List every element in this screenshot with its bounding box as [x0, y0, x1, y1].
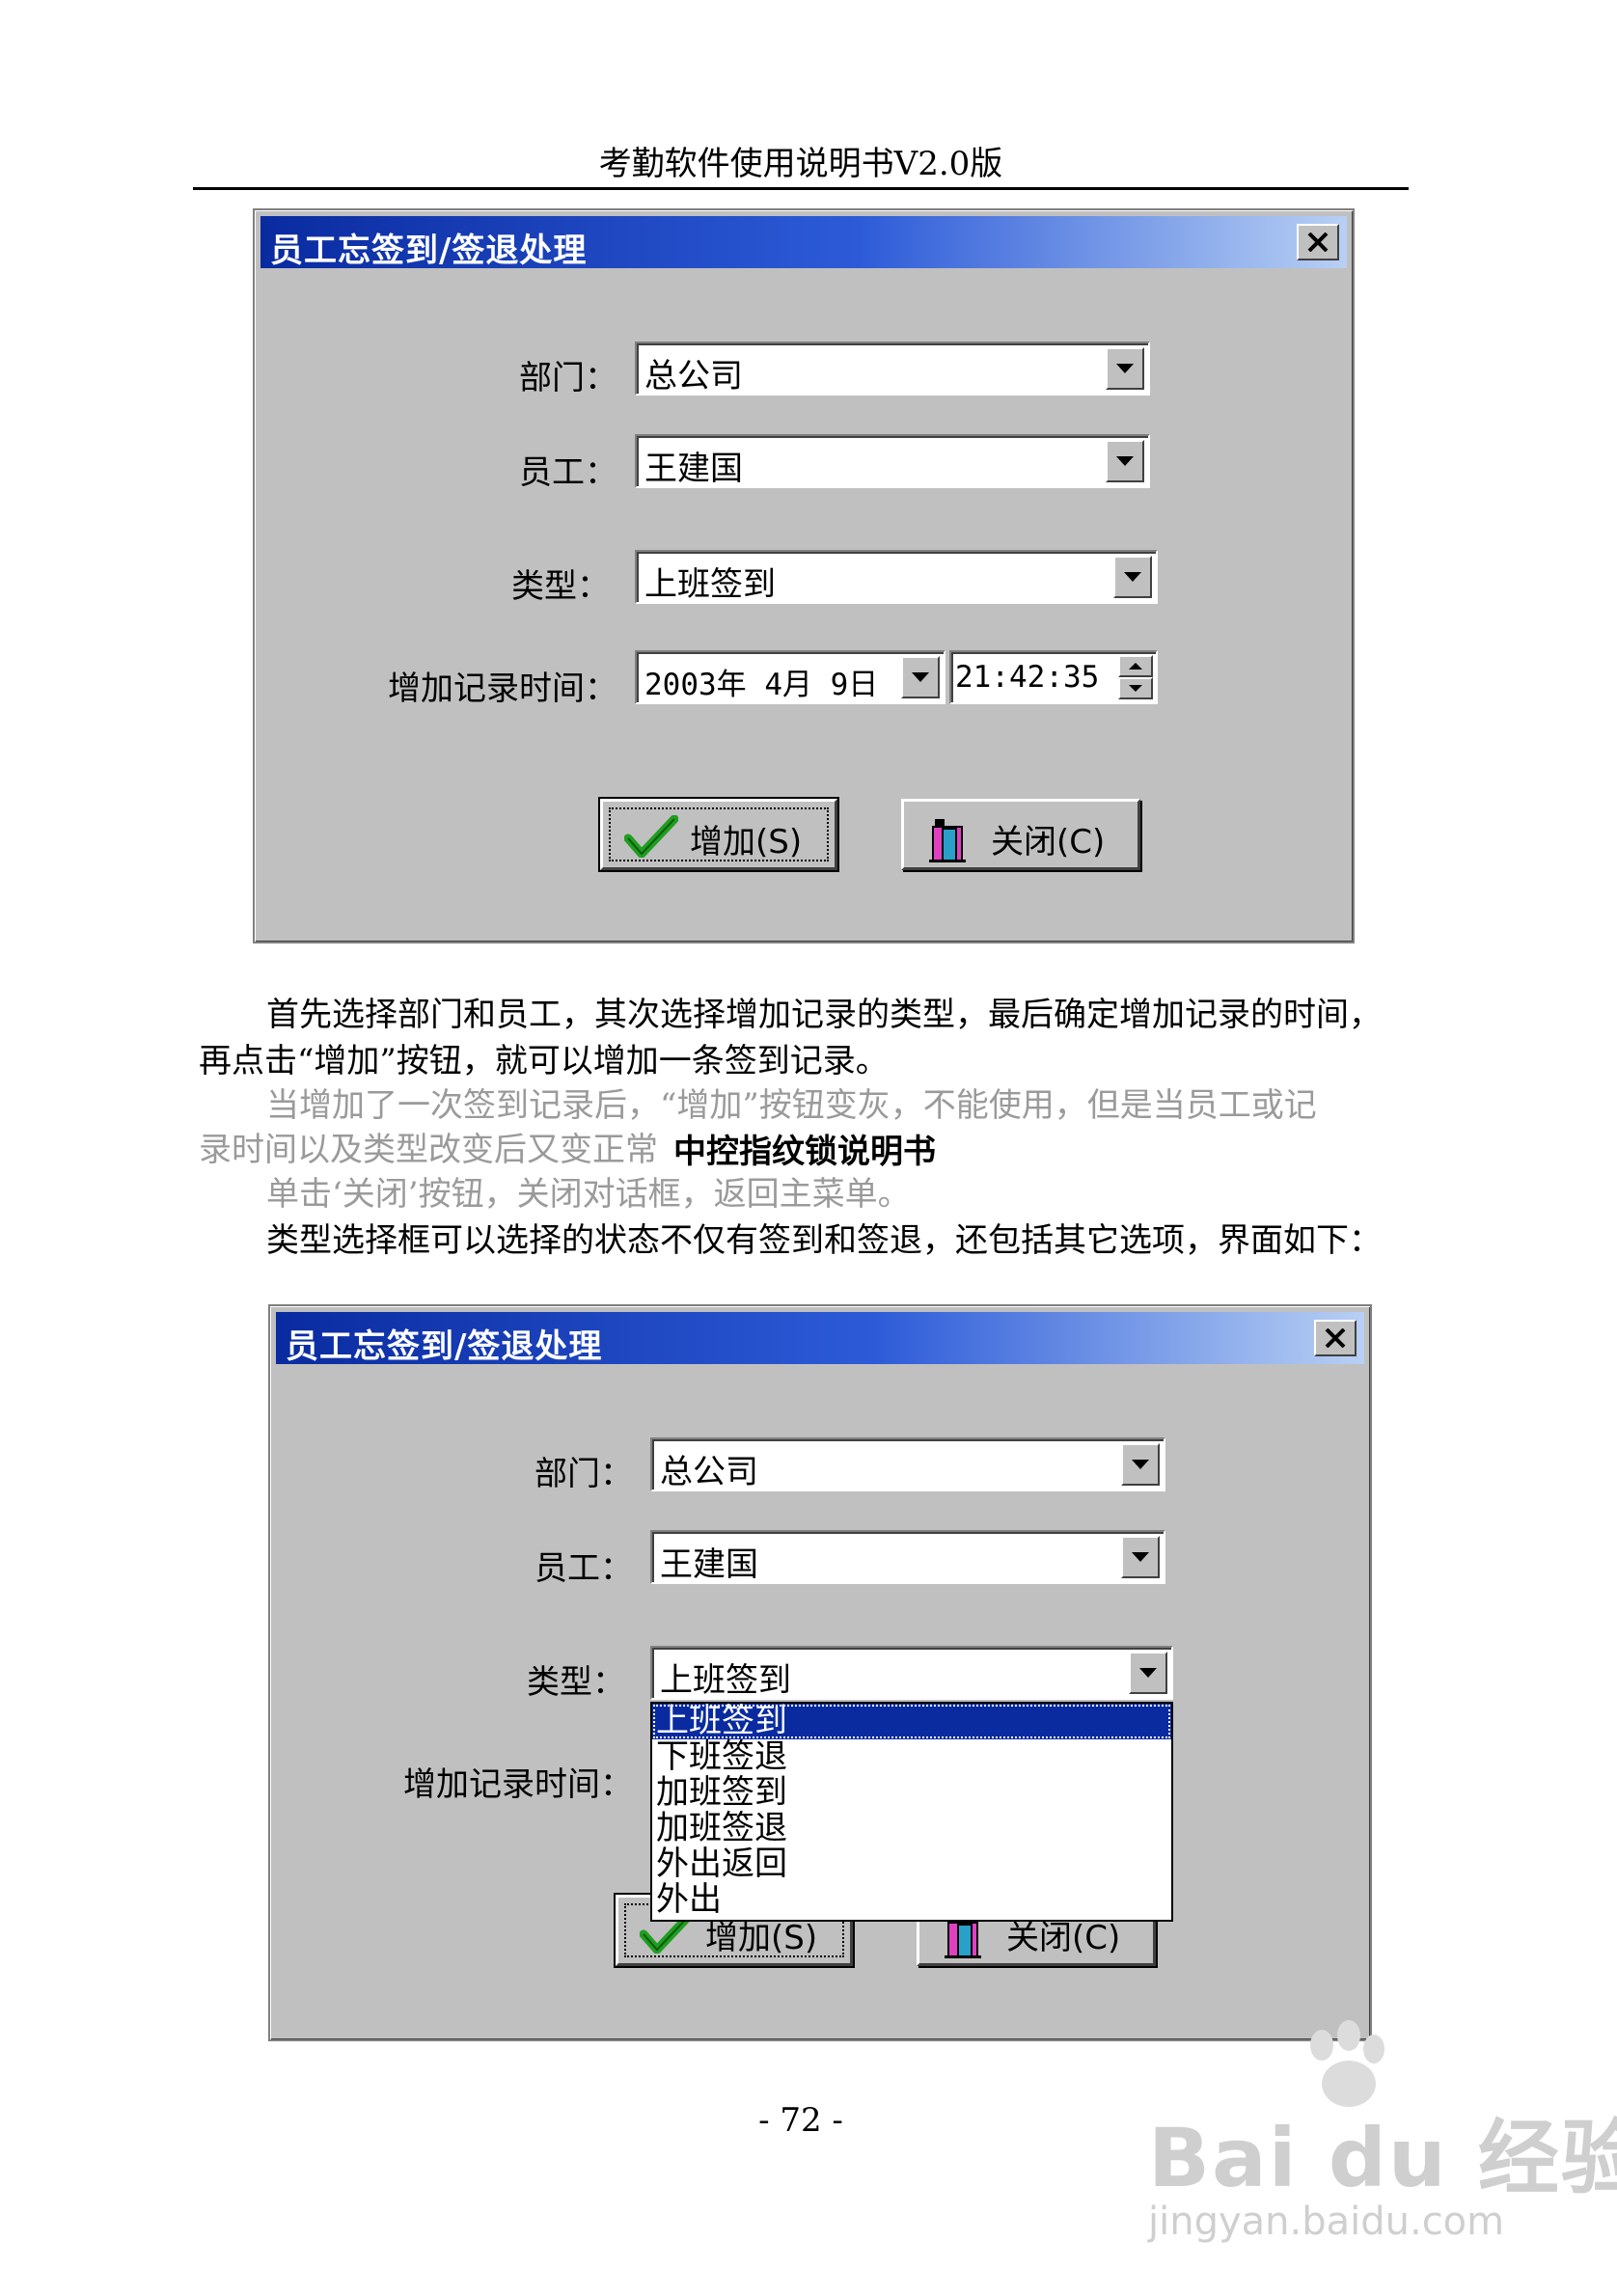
dialog-1-titlebar[interactable]: 员工忘签到/签退处理: [260, 216, 1347, 270]
employee-dropdown-button[interactable]: [1121, 1536, 1160, 1578]
dept-select[interactable]: 总公司: [635, 342, 1150, 396]
time-spin-down[interactable]: [1118, 677, 1153, 699]
employee-select[interactable]: 王建国: [635, 434, 1150, 488]
employee-select[interactable]: 王建国: [650, 1530, 1165, 1584]
dropdown-option[interactable]: 下班签退: [652, 1739, 1171, 1775]
employee-label: 员工：: [519, 453, 617, 492]
employee-label: 员工：: [534, 1549, 633, 1588]
paragraph-3: 单击‘关闭’按钮，关闭对话框，返回主菜单。: [266, 1175, 911, 1214]
dept-dropdown-button[interactable]: [1106, 347, 1144, 390]
dept-label: 部门：: [534, 1455, 633, 1493]
paragraph-1-line-2: 再点击“增加”按钮，就可以增加一条签到记录。: [199, 1042, 889, 1080]
type-dropdown-button[interactable]: [1113, 556, 1152, 598]
dropdown-option[interactable]: 上班签到: [652, 1704, 1171, 1739]
type-select[interactable]: 上班签到: [650, 1646, 1173, 1700]
dept-select-value: 总公司: [644, 357, 743, 396]
checkmark-icon: [624, 815, 678, 858]
type-dropdown-list[interactable]: 上班签到 下班签退 加班签到 加班签退 外出返回 外出: [650, 1702, 1173, 1922]
dept-label: 部门：: [519, 359, 617, 397]
paragraph-1-line-1: 首先选择部门和员工，其次选择增加记录的类型，最后确定增加记录的时间，: [266, 996, 1382, 1034]
time-label: 增加记录时间：: [388, 670, 617, 708]
arrow-down-icon: [1129, 685, 1142, 692]
paragraph-2-line-2: 录时间以及类型改变后又变正常: [199, 1131, 658, 1169]
type-label: 类型：: [511, 567, 610, 606]
baidu-watermark: Bai du 经验 jingyan.baidu.com: [1148, 2020, 1617, 2248]
dialog-1-close-button[interactable]: [1297, 224, 1339, 260]
add-button[interactable]: 增加(S): [598, 797, 839, 872]
date-picker[interactable]: 2003年 4月 9日: [635, 650, 946, 704]
employee-select-value: 王建国: [644, 450, 743, 488]
header-rule: [193, 187, 1409, 190]
dialog-2-titlebar[interactable]: 员工忘签到/签退处理: [276, 1312, 1364, 1366]
close-icon: [1325, 1328, 1346, 1348]
arrow-up-icon: [1129, 663, 1142, 670]
chevron-down-icon: [1139, 1668, 1157, 1678]
page-header: 考勤软件使用说明书V2.0版: [598, 145, 1003, 183]
employee-dropdown-button[interactable]: [1106, 440, 1144, 482]
dropdown-option[interactable]: 加班签退: [652, 1811, 1171, 1846]
dropdown-option[interactable]: 外出返回: [652, 1846, 1171, 1882]
dialog-2: 员工忘签到/签退处理 部门： 总公司 员工： 王建国 类型： 上班签到 增加记录…: [268, 1304, 1372, 2041]
type-label: 类型：: [527, 1663, 625, 1702]
close-button[interactable]: 关闭(C): [901, 799, 1140, 870]
chevron-down-icon: [1132, 1552, 1149, 1562]
dropdown-option[interactable]: 外出: [652, 1882, 1171, 1918]
overlay-title: 中控指纹锁说明书: [673, 1133, 936, 1171]
type-select-value: 上班签到: [644, 565, 776, 604]
dept-select-value: 总公司: [660, 1453, 758, 1491]
time-label: 增加记录时间：: [403, 1765, 633, 1804]
time-spinner[interactable]: 21:42:35: [949, 650, 1158, 704]
dialog-1: 员工忘签到/签退处理 部门： 总公司 员工： 王建国 类型： 上班签到 增加记录…: [253, 208, 1355, 943]
chevron-down-icon: [1116, 456, 1134, 466]
dialog-1-title: 员工忘签到/签退处理: [270, 232, 588, 270]
watermark-brand: Bai du 经验: [1148, 2111, 1617, 2205]
dropdown-option[interactable]: 加班签到: [652, 1775, 1171, 1811]
chevron-down-icon: [912, 672, 929, 682]
dept-dropdown-button[interactable]: [1121, 1443, 1160, 1486]
employee-select-value: 王建国: [660, 1545, 758, 1584]
page-number: - 72 -: [758, 2101, 843, 2140]
type-dropdown-button[interactable]: [1129, 1652, 1167, 1694]
add-button-label: 增加(S): [690, 823, 803, 861]
door-exit-icon: [929, 819, 966, 862]
time-value: 21:42:35: [955, 660, 1100, 695]
date-dropdown-button[interactable]: [901, 656, 940, 698]
watermark-url: jingyan.baidu.com: [1148, 2200, 1505, 2244]
close-button-label: 关闭(C): [991, 823, 1106, 861]
time-spin-buttons[interactable]: [1118, 655, 1153, 699]
type-select[interactable]: 上班签到: [635, 550, 1158, 604]
dialog-2-title: 员工忘签到/签退处理: [286, 1327, 603, 1366]
chevron-down-icon: [1124, 572, 1141, 582]
paragraph-2-line-1: 当增加了一次签到记录后，“增加”按钮变灰，不能使用，但是当员工或记: [266, 1086, 1317, 1125]
date-value: 2003年 4月 9日: [644, 668, 879, 702]
paragraph-4: 类型选择框可以选择的状态不仅有签到和签退，还包括其它选项，界面如下：: [266, 1221, 1382, 1260]
dept-select[interactable]: 总公司: [650, 1437, 1165, 1491]
type-select-value: 上班签到: [660, 1661, 791, 1700]
close-icon: [1307, 232, 1329, 252]
time-spin-up[interactable]: [1118, 655, 1153, 677]
chevron-down-icon: [1132, 1460, 1149, 1469]
chevron-down-icon: [1116, 364, 1134, 373]
dialog-2-close-button[interactable]: [1314, 1320, 1357, 1356]
